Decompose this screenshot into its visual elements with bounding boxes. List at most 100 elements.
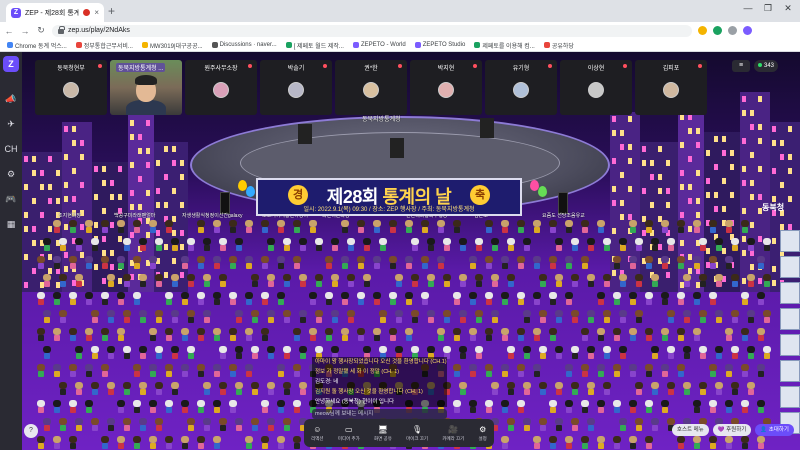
grid-icon[interactable]: ▦: [4, 217, 18, 231]
tab-close-button[interactable]: ×: [94, 8, 99, 17]
avatar-sprite: [84, 364, 94, 378]
avatar-head: [293, 364, 301, 371]
reload-button[interactable]: ↻: [36, 25, 46, 36]
mic-button[interactable]: 🎙 마이크 끄기: [406, 425, 428, 442]
avatar-sprite: [516, 220, 526, 234]
puzzle-icon[interactable]: [728, 26, 737, 35]
avatar-head: [283, 382, 291, 389]
building-window: [172, 160, 176, 166]
settings-button[interactable]: ⚙ 설정: [479, 425, 487, 442]
avatar-head: [107, 310, 115, 317]
bookmark-item[interactable]: Discussions · naver...: [209, 42, 280, 48]
avatar-sprite: [218, 238, 228, 252]
chat-input[interactable]: meow님께 보내는 메시지: [312, 409, 447, 419]
online-count-badge[interactable]: 343: [754, 60, 779, 72]
bookmark-item[interactable]: 제페토를 이용해 컴...: [471, 41, 538, 50]
building-window: [658, 174, 662, 180]
avatar-body: [524, 389, 530, 395]
avatar-sprite: [756, 436, 766, 450]
avatar-head: [453, 292, 461, 299]
avatar-head: [635, 310, 643, 317]
avatar-sprite: [746, 274, 756, 288]
close-window-button[interactable]: ✕: [780, 3, 796, 14]
avatar-body: [620, 281, 626, 287]
bookmark-item[interactable]: MW3019|대구공공...: [139, 41, 206, 50]
avatar-sprite: [666, 346, 676, 360]
video-tile[interactable]: 박솔기: [260, 60, 332, 115]
menu-button[interactable]: ≡: [732, 60, 750, 72]
avatar-body: [220, 389, 226, 395]
building-window: [658, 146, 662, 152]
screen-share-button[interactable]: 🖥 화면 공유: [374, 425, 392, 442]
avatar-body: [300, 353, 306, 359]
game-icon[interactable]: 🎮: [4, 192, 18, 206]
bookmark-icon: [352, 42, 359, 48]
video-tile[interactable]: 권*한: [335, 60, 407, 115]
address-bar[interactable]: zep.us/play/2NdAks: [52, 24, 692, 37]
avatar-body: [582, 227, 588, 233]
back-button[interactable]: ←: [4, 26, 14, 36]
avatar-sprite: [282, 382, 292, 396]
profile-avatar[interactable]: [743, 26, 752, 35]
avatar-sprite: [234, 238, 244, 252]
avatar-body: [134, 407, 140, 413]
avatar-body: [438, 227, 444, 233]
send-icon[interactable]: ✈: [4, 117, 18, 131]
active-tab[interactable]: Z ZEP - 제28회 통계의 날 기념 ×: [6, 3, 104, 22]
avatar-sprite: [42, 238, 52, 252]
video-tile-name: 유기형: [512, 66, 530, 72]
avatar-sprite: [116, 436, 126, 450]
avatar-sprite: [612, 364, 622, 378]
avatar-head: [651, 418, 659, 425]
avatar-head: [395, 310, 403, 317]
video-tile[interactable]: 김피포: [635, 60, 707, 115]
avatar-head: [523, 382, 531, 389]
avatar-head: [373, 220, 381, 227]
new-tab-button[interactable]: +: [108, 4, 115, 18]
avatar-sprite: [106, 274, 116, 288]
extension-icon[interactable]: [698, 26, 707, 35]
camera-button[interactable]: 🎥 카메라 끄기: [442, 425, 464, 442]
invite-button[interactable]: 👤 초대하기: [755, 424, 794, 436]
avatar-head: [517, 220, 525, 227]
forward-button[interactable]: →: [20, 26, 30, 36]
bookmark-item[interactable]: ZEPETO Studio: [412, 42, 469, 48]
help-button[interactable]: ?: [24, 424, 38, 438]
avatar-body: [588, 425, 594, 431]
avatar-body: [188, 281, 194, 287]
gear-icon[interactable]: ⚙: [4, 167, 18, 181]
video-tile[interactable]: 동북청현부: [35, 60, 107, 115]
building-window: [714, 164, 718, 170]
avatar-body: [406, 299, 412, 305]
video-tile[interactable]: 이상현: [560, 60, 632, 115]
avatar-sprite: [442, 274, 452, 288]
avatar-head: [661, 220, 669, 227]
zep-logo[interactable]: Z: [3, 56, 19, 72]
bookmark-item[interactable]: 정부통합근무서비...: [73, 41, 136, 50]
avatar-sprite: [602, 346, 612, 360]
avatar-head: [341, 256, 349, 263]
bookmark-item[interactable]: 공유하당: [541, 41, 577, 50]
minimize-button[interactable]: —: [740, 3, 756, 13]
building-window: [696, 198, 700, 204]
maximize-button[interactable]: ❐: [760, 3, 776, 14]
extension-icon[interactable]: [713, 26, 722, 35]
avatar-sprite: [266, 418, 276, 432]
media-button[interactable]: ▭ 미디어 추가: [338, 425, 360, 442]
bookmark-item[interactable]: Chrome 동계 먹스...: [4, 41, 70, 50]
reaction-button[interactable]: ☺ 리액션: [311, 425, 323, 442]
camera-video-tile[interactable]: 동북지방통계청 ...: [110, 60, 182, 115]
channel-icon[interactable]: CH: [4, 142, 18, 156]
bookmark-item[interactable]: ZEPETO - World: [350, 42, 409, 48]
avatar-body: [230, 335, 236, 341]
avatar-body: [444, 245, 450, 251]
video-tile[interactable]: 원주사무소장: [185, 60, 257, 115]
avatar-body: [214, 443, 220, 449]
megaphone-icon[interactable]: 📣: [4, 92, 18, 106]
video-tile[interactable]: 유기형: [485, 60, 557, 115]
host-menu-button[interactable]: 호스트 메뉴: [671, 424, 709, 436]
bookmark-item[interactable]: [ 제페토 월드 제작...: [283, 41, 347, 50]
donate-button[interactable]: 💜 후원하기: [712, 424, 752, 436]
video-tile[interactable]: 박지현: [410, 60, 482, 115]
avatar-head: [475, 238, 483, 245]
